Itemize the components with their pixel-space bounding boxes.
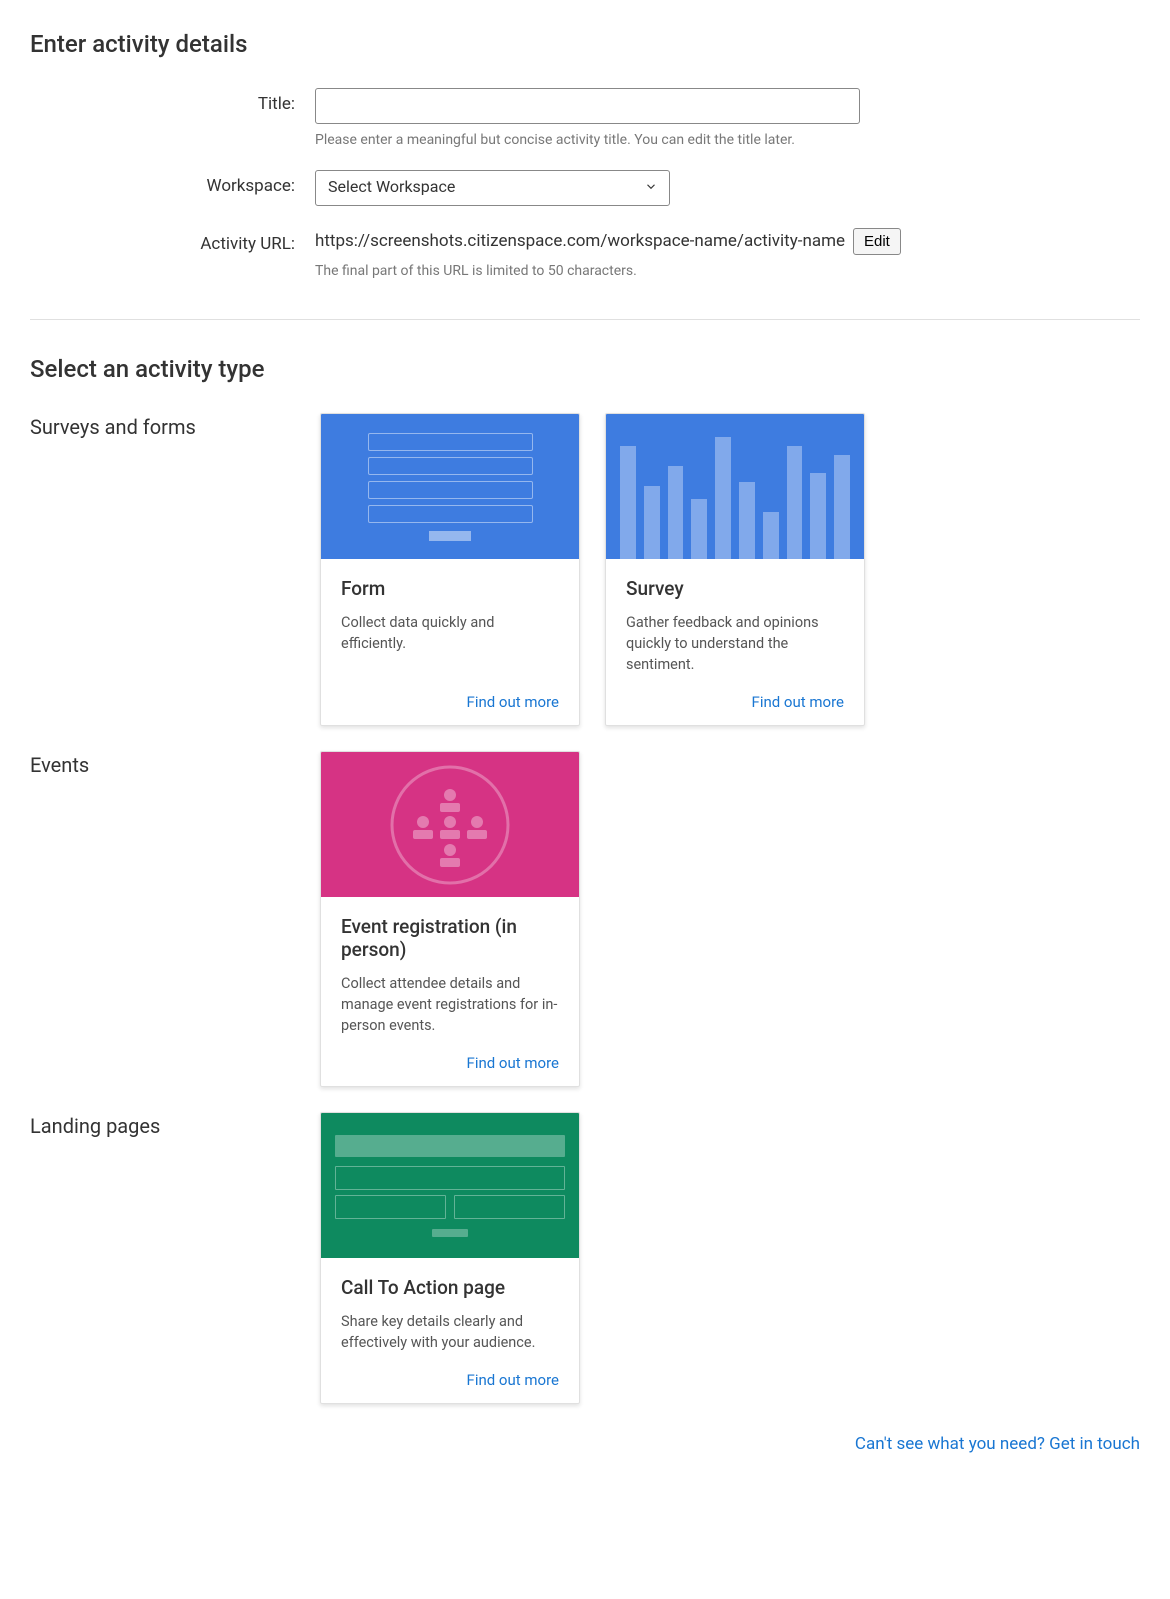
section-title-type: Select an activity type [30, 355, 1140, 383]
card-title: Form [341, 577, 559, 600]
card-desc: Collect data quickly and efficiently. [341, 612, 559, 675]
form-row-url: Activity URL: https://screenshots.citize… [30, 228, 1140, 279]
form-preview-icon [321, 414, 579, 559]
card-survey[interactable]: Survey Gather feedback and opinions quic… [605, 413, 865, 726]
group-label-landing: Landing pages [30, 1112, 320, 1404]
find-out-more-link[interactable]: Find out more [341, 1371, 559, 1389]
event-preview-icon [321, 752, 579, 897]
type-group-landing: Landing pages Call To Action page Share … [30, 1112, 1140, 1404]
edit-url-button[interactable]: Edit [853, 228, 901, 255]
url-label: Activity URL: [30, 228, 315, 254]
find-out-more-link[interactable]: Find out more [626, 693, 844, 711]
workspace-label: Workspace: [30, 170, 315, 196]
form-row-workspace: Workspace: Select Workspace [30, 170, 1140, 206]
group-label-surveys: Surveys and forms [30, 413, 320, 726]
landing-preview-icon [321, 1113, 579, 1258]
type-group-events: Events Event registration (in person) C [30, 751, 1140, 1087]
card-desc: Gather feedback and opinions quickly to … [626, 612, 844, 675]
title-help-text: Please enter a meaningful but concise ac… [315, 132, 1140, 148]
title-input[interactable] [315, 88, 860, 124]
card-desc: Share key details clearly and effectivel… [341, 1311, 559, 1353]
card-form[interactable]: Form Collect data quickly and efficientl… [320, 413, 580, 726]
section-title-details: Enter activity details [30, 30, 1140, 58]
survey-preview-icon [606, 414, 864, 559]
card-desc: Collect attendee details and manage even… [341, 973, 559, 1036]
card-event-registration[interactable]: Event registration (in person) Collect a… [320, 751, 580, 1087]
card-title: Event registration (in person) [341, 915, 559, 961]
section-divider [30, 319, 1140, 320]
card-title: Survey [626, 577, 844, 600]
url-help-text: The final part of this URL is limited to… [315, 263, 1140, 279]
form-row-title: Title: Please enter a meaningful but con… [30, 88, 1140, 148]
url-value: https://screenshots.citizenspace.com/wor… [315, 231, 845, 251]
workspace-select[interactable]: Select Workspace [315, 170, 670, 206]
card-cta-page[interactable]: Call To Action page Share key details cl… [320, 1112, 580, 1404]
group-label-events: Events [30, 751, 320, 1087]
card-title: Call To Action page [341, 1276, 559, 1299]
find-out-more-link[interactable]: Find out more [341, 1054, 559, 1072]
title-label: Title: [30, 88, 315, 114]
find-out-more-link[interactable]: Find out more [341, 693, 559, 711]
type-group-surveys: Surveys and forms Form Collect data quic… [30, 413, 1140, 726]
get-in-touch-link[interactable]: Can't see what you need? Get in touch [30, 1434, 1140, 1454]
